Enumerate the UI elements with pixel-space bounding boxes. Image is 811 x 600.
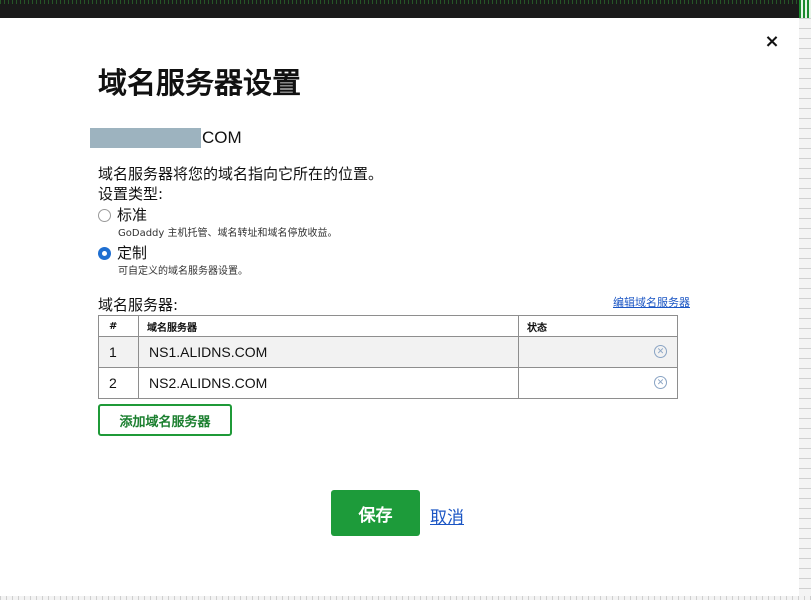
- remove-circle-x-icon[interactable]: ✕: [654, 345, 667, 358]
- column-header-nameserver: 域名服务器: [138, 315, 519, 337]
- row-number: 2: [98, 367, 139, 399]
- radio-label-standard: 标准: [117, 206, 148, 224]
- radio-sublabel-standard: GoDaddy 主机托管、域名转址和域名停放收益。: [118, 228, 338, 239]
- nameserver-cell[interactable]: NS2.ALIDNS.COM: [138, 367, 519, 399]
- browser-top-bar: [0, 0, 811, 18]
- background-page-bottom: [0, 596, 811, 600]
- dialog-title: 域名服务器设置: [98, 66, 302, 100]
- nameserver-table: # 域名服务器 状态 1 NS1.ALIDNS.COM ✕ 2 NS2.ALID…: [98, 315, 678, 399]
- column-header-number: #: [98, 315, 139, 337]
- cancel-link[interactable]: 取消: [430, 503, 464, 528]
- setting-type-label: 设置类型:: [98, 185, 164, 203]
- radio-sublabel-custom: 可自定义的域名服务器设置。: [118, 266, 248, 277]
- radio-label-custom: 定制: [117, 244, 148, 262]
- table-row: 1 NS1.ALIDNS.COM ✕: [98, 336, 678, 368]
- nameservers-label: 域名服务器:: [98, 296, 179, 314]
- domain-name: COM: [90, 128, 242, 148]
- background-page-edge: [799, 18, 811, 600]
- radio-button-standard[interactable]: [98, 209, 111, 222]
- status-cell: ✕: [518, 336, 678, 368]
- radio-button-custom[interactable]: [98, 247, 111, 260]
- row-number: 1: [98, 336, 139, 368]
- column-header-status: 状态: [518, 315, 678, 337]
- save-button[interactable]: 保存: [331, 490, 420, 536]
- add-nameserver-button[interactable]: 添加域名服务器: [98, 404, 232, 436]
- domain-tld: COM: [202, 128, 242, 147]
- edit-nameservers-link[interactable]: 编辑域名服务器: [613, 294, 690, 310]
- redacted-domain-block: [90, 128, 201, 148]
- radio-option-custom[interactable]: 定制: [98, 243, 147, 263]
- close-icon[interactable]: ×: [762, 32, 782, 52]
- table-row: 2 NS2.ALIDNS.COM ✕: [98, 367, 678, 399]
- table-header-row: # 域名服务器 状态: [98, 315, 678, 337]
- remove-circle-x-icon[interactable]: ✕: [654, 376, 667, 389]
- nameserver-cell[interactable]: NS1.ALIDNS.COM: [138, 336, 519, 368]
- radio-option-standard[interactable]: 标准: [98, 205, 147, 225]
- status-cell: ✕: [518, 367, 678, 399]
- dialog-description: 域名服务器将您的域名指向它所在的位置。: [98, 165, 384, 183]
